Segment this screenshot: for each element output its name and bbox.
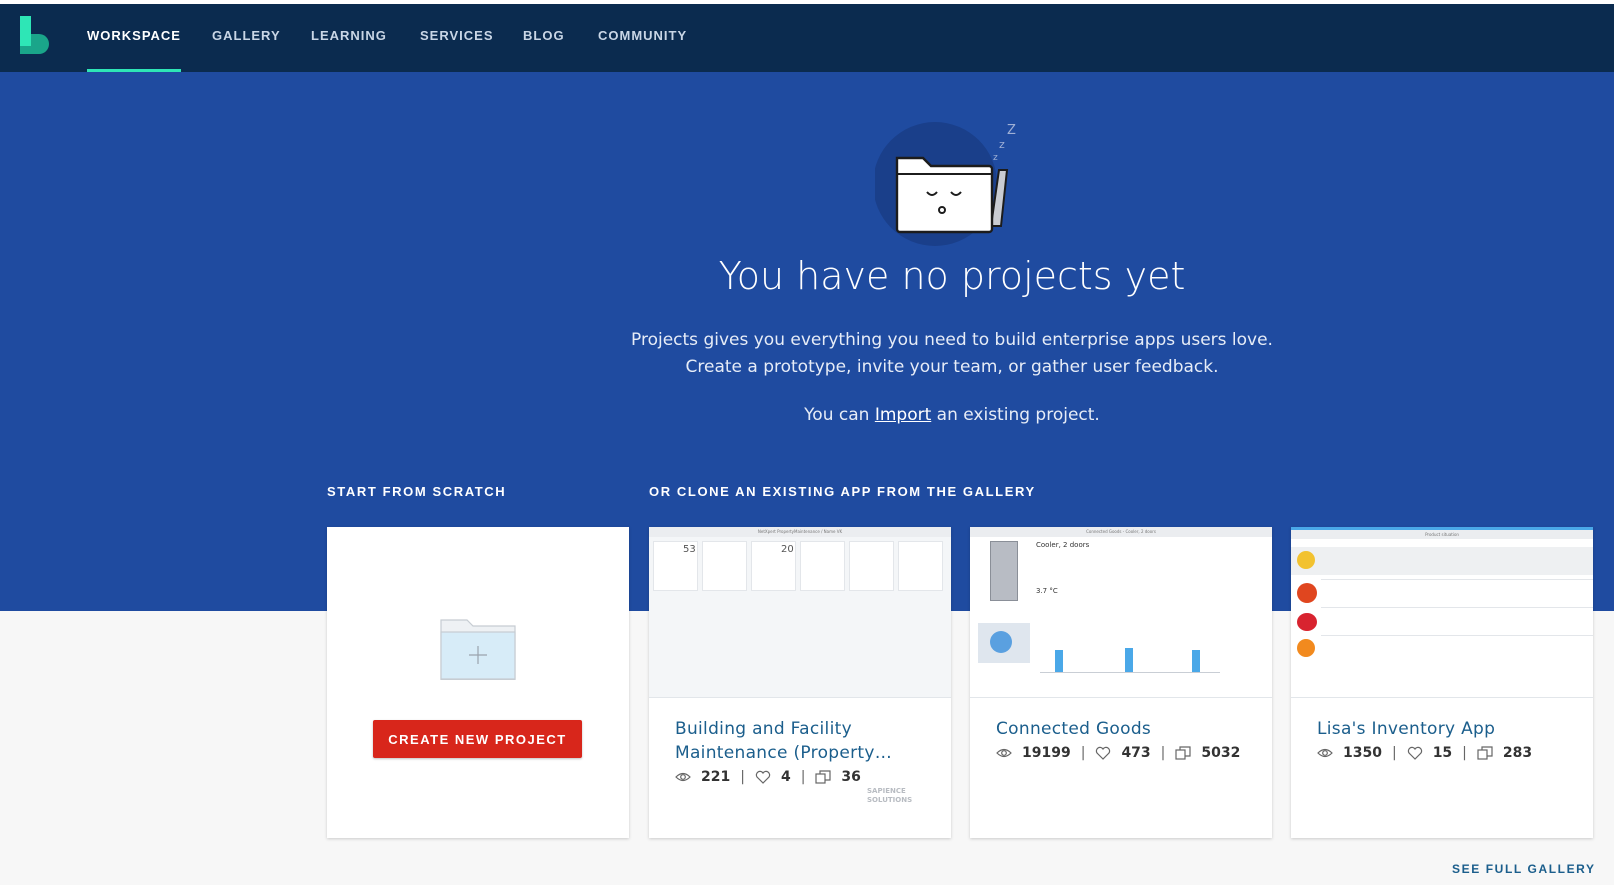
gallery-thumbnail: Connected Goods - Cooler, 2 doors Cooler…: [970, 527, 1272, 698]
empty-state-title: You have no projects yet: [718, 254, 1186, 298]
views-count: 1350: [1343, 745, 1382, 761]
gallery-card-connected-goods[interactable]: Connected Goods - Cooler, 2 doors Cooler…: [970, 527, 1272, 838]
thumbnail-temperature: 3.7 °C: [1036, 587, 1058, 595]
clones-count: 36: [841, 769, 861, 785]
gallery-card-building-maintenance[interactable]: NetXpert PropertyMaintenance / Name VK 5…: [649, 527, 951, 838]
heart-icon[interactable]: [1095, 746, 1111, 760]
heart-icon[interactable]: [755, 770, 771, 784]
likes-count: 15: [1432, 745, 1453, 761]
gallery-card-lisas-inventory[interactable]: Product situation Lisa's Inventory App 1…: [1291, 527, 1593, 838]
start-from-scratch-card: [327, 527, 629, 838]
clone-icon[interactable]: [815, 770, 832, 784]
clones-count: 5032: [1201, 745, 1241, 761]
svg-text:z: z: [993, 153, 998, 163]
nav-blog[interactable]: BLOG: [523, 4, 565, 72]
create-new-project-button[interactable]: CREATE NEW PROJECT: [373, 720, 582, 758]
heart-icon[interactable]: [1407, 746, 1423, 760]
thumbnail-header: Product situation: [1291, 530, 1593, 539]
views-count: 221: [701, 769, 731, 785]
gallery-card-stats: 1350 | 15 | 283: [1317, 743, 1532, 763]
nav-services[interactable]: SERVICES: [420, 4, 494, 72]
empty-state-description-line2: Create a prototype, invite your team, or…: [685, 357, 1219, 377]
start-from-scratch-label: START FROM SCRATCH: [327, 484, 507, 499]
thumbnail-title: Cooler, 2 doors: [1036, 541, 1090, 549]
app-logo-icon[interactable]: [18, 16, 50, 60]
see-full-gallery-link[interactable]: SEE FULL GALLERY: [1452, 862, 1596, 876]
sapience-logo: SAPIENCE SOLUTIONS: [867, 787, 913, 804]
empty-state-description-line1: Projects gives you everything you need t…: [631, 330, 1273, 350]
gallery-card-stats: 19199 | 473 | 5032: [996, 743, 1240, 763]
svg-text:z: z: [999, 138, 1005, 151]
nav-gallery[interactable]: GALLERY: [212, 4, 281, 72]
thumbnail-count: 53: [683, 544, 696, 555]
eye-icon: [675, 772, 691, 782]
thumbnail-count: 20: [781, 544, 794, 555]
clone-icon[interactable]: [1175, 746, 1191, 760]
import-prefix: You can: [804, 405, 870, 425]
gallery-card-title[interactable]: Building and Facility Maintenance (Prope…: [675, 717, 930, 765]
views-count: 19199: [1022, 745, 1071, 761]
thumbnail-header: NetXpert PropertyMaintenance / Name VK: [649, 527, 951, 537]
gallery-thumbnail: NetXpert PropertyMaintenance / Name VK 5…: [649, 527, 951, 698]
nav-workspace[interactable]: WORKSPACE: [87, 4, 181, 72]
thumbnail-header: Connected Goods - Cooler, 2 doors: [970, 527, 1272, 537]
nav-community[interactable]: COMMUNITY: [598, 4, 687, 72]
gallery-card-stats: 221 | 4 | 36: [675, 767, 861, 787]
eye-icon: [996, 748, 1012, 758]
import-prompt: You can Import an existing project.: [0, 405, 1614, 425]
eye-icon: [1317, 748, 1333, 758]
svg-text:Z: Z: [1007, 123, 1016, 138]
sleeping-folder-icon: z z Z: [875, 122, 1016, 246]
clone-from-gallery-label: OR CLONE AN EXISTING APP FROM THE GALLER…: [649, 484, 1036, 499]
likes-count: 4: [780, 769, 791, 785]
import-link[interactable]: Import: [875, 405, 931, 425]
new-folder-icon: [440, 619, 516, 680]
gallery-thumbnail: Product situation: [1291, 527, 1593, 698]
likes-count: 473: [1121, 745, 1151, 761]
nav-learning[interactable]: LEARNING: [311, 4, 387, 72]
clone-icon[interactable]: [1477, 746, 1493, 760]
import-suffix: an existing project.: [936, 405, 1100, 425]
gallery-card-title[interactable]: Lisa's Inventory App: [1317, 717, 1572, 741]
top-nav: WORKSPACE GALLERY LEARNING SERVICES BLOG…: [0, 4, 1614, 72]
gallery-card-title[interactable]: Connected Goods: [996, 717, 1251, 741]
clones-count: 283: [1502, 745, 1533, 761]
